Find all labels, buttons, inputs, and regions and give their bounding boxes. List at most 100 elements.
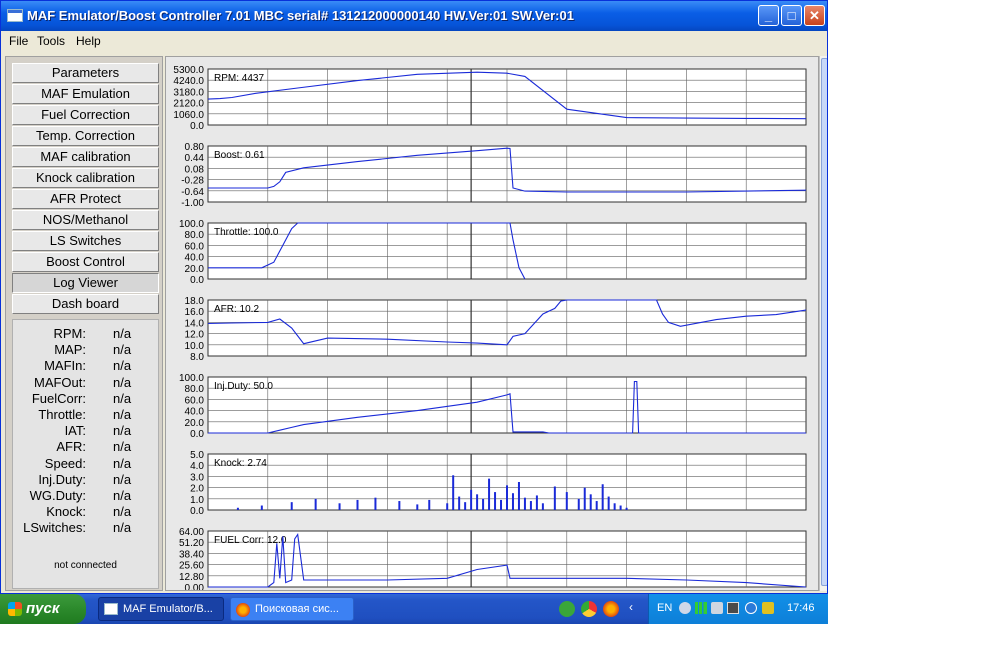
nav-button-dash-board[interactable]: Dash board bbox=[12, 294, 159, 314]
y-tick-label: 38.40 bbox=[179, 549, 204, 560]
navigation-panel: Parameters MAF Emulation Fuel Correction Te… bbox=[5, 56, 163, 591]
status-label: LSwitches: bbox=[23, 520, 86, 536]
y-tick-label: 14.0 bbox=[185, 318, 205, 329]
plot-value-label: RPM: 4437 bbox=[214, 73, 264, 84]
y-tick-label: 0.44 bbox=[185, 153, 205, 164]
y-tick-label: 10.0 bbox=[185, 341, 205, 352]
nav-button-maf-calibration[interactable]: MAF calibration bbox=[12, 147, 159, 167]
status-value: n/a bbox=[113, 342, 132, 358]
log-charts-svg[interactable]: 5300.04240.03180.02120.01060.00.0RPM: 44… bbox=[166, 57, 818, 590]
plot-value-label: Knock: 2.74 bbox=[214, 458, 267, 469]
firefox-icon[interactable] bbox=[603, 601, 619, 617]
y-tick-label: 0.0 bbox=[190, 506, 204, 517]
status-label: FuelCorr: bbox=[31, 390, 86, 406]
y-tick-label: -0.64 bbox=[181, 187, 204, 198]
y-tick-label: 5300.0 bbox=[173, 65, 204, 76]
security-icon[interactable] bbox=[762, 602, 774, 614]
y-tick-label: 40.0 bbox=[185, 407, 205, 418]
status-label: RPM: bbox=[53, 326, 87, 341]
nav-button-nos-methanol[interactable]: NOS/Methanol bbox=[12, 210, 159, 230]
plot-value-label: Boost: 0.61 bbox=[214, 150, 265, 161]
monitor-icon[interactable] bbox=[727, 602, 739, 614]
volume-icon[interactable] bbox=[711, 602, 723, 614]
status-value: n/a bbox=[113, 488, 132, 503]
ie-icon[interactable] bbox=[745, 602, 757, 614]
nav-button-temp-correction[interactable]: Temp. Correction bbox=[12, 126, 159, 146]
y-tick-label: 40.0 bbox=[185, 253, 205, 264]
nav-button-maf-emulation[interactable]: MAF Emulation bbox=[12, 84, 159, 104]
nav-button-knock-calibration[interactable]: Knock calibration bbox=[12, 168, 159, 188]
y-tick-label: 20.0 bbox=[185, 418, 205, 429]
plot-value-label: Inj.Duty: 50.0 bbox=[214, 381, 273, 392]
nav-button-afr-protect[interactable]: AFR Protect bbox=[12, 189, 159, 209]
maximize-button[interactable]: □ bbox=[781, 5, 802, 26]
taskbar: пуск MAF Emulator/B... Поисковая сис... … bbox=[0, 594, 828, 624]
taskbar-item-maf-emulator[interactable]: MAF Emulator/B... bbox=[98, 597, 224, 621]
nav-button-fuel-correction[interactable]: Fuel Correction bbox=[12, 105, 159, 125]
connection-status: not connected bbox=[54, 560, 117, 571]
y-tick-label: 3180.0 bbox=[173, 87, 204, 98]
y-tick-label: 1060.0 bbox=[173, 110, 204, 121]
log-viewer-charts[interactable]: 5300.0 4240.0 3180.0 2120.0 1060.0 0.0 RPM: 44… bbox=[165, 56, 819, 591]
status-label: Inj.Duty: bbox=[38, 471, 86, 487]
menu-tools[interactable]: Tools bbox=[37, 34, 65, 48]
status-label: IAT: bbox=[64, 423, 86, 439]
y-tick-label: 16.0 bbox=[185, 307, 205, 318]
status-label: Knock: bbox=[46, 504, 86, 520]
quick-launch: ‹ bbox=[555, 598, 645, 620]
status-value: n/a bbox=[113, 423, 132, 439]
scroll-thumb[interactable] bbox=[821, 58, 827, 586]
status-label: WG.Duty: bbox=[29, 488, 86, 503]
language-indicator[interactable]: EN bbox=[657, 602, 672, 614]
y-tick-label: 100.0 bbox=[179, 219, 204, 230]
status-label: Speed: bbox=[44, 455, 86, 471]
y-tick-label: 80.0 bbox=[185, 230, 205, 241]
nav-button-ls-switches[interactable]: LS Switches bbox=[12, 231, 159, 251]
app-window-icon bbox=[7, 9, 23, 22]
status-value: n/a bbox=[113, 374, 132, 390]
window-title: MAF Emulator/Boost Controller 7.01 MBC s… bbox=[27, 8, 574, 23]
chrome-icon[interactable] bbox=[581, 601, 597, 617]
status-panel: RPM: n/a MAP: n/a MAFIn: n/a MAFOut: n/a FuelCor… bbox=[12, 319, 159, 589]
back-icon[interactable] bbox=[679, 602, 691, 614]
y-tick-label: -0.28 bbox=[181, 176, 204, 187]
y-tick-label: 0.0 bbox=[190, 275, 204, 286]
nav-button-boost-control[interactable]: Boost Control bbox=[12, 252, 159, 272]
chevron-icon[interactable]: ‹ bbox=[629, 600, 633, 614]
y-tick-label: 4240.0 bbox=[173, 76, 204, 87]
y-tick-label: 64.00 bbox=[179, 527, 204, 538]
system-tray: EN 17:46 bbox=[648, 594, 828, 624]
y-tick-label: 0.00 bbox=[185, 583, 205, 590]
taskbar-item-label: Поисковая сис... bbox=[255, 603, 339, 615]
nav-button-log-viewer[interactable]: Log Viewer bbox=[12, 273, 159, 293]
status-label: Throttle: bbox=[38, 407, 86, 422]
start-button[interactable]: пуск bbox=[0, 594, 86, 624]
vertical-scrollbar[interactable] bbox=[819, 56, 827, 591]
status-value: n/a bbox=[113, 358, 132, 374]
clock: 17:46 bbox=[787, 602, 815, 614]
signal-icon[interactable] bbox=[695, 602, 707, 614]
menu-help[interactable]: Help bbox=[76, 34, 101, 48]
utorrent-icon[interactable] bbox=[559, 601, 575, 617]
y-tick-label: 0.0 bbox=[190, 121, 204, 132]
menu-bar: File Tools Help bbox=[1, 31, 827, 51]
y-tick-label: 2120.0 bbox=[173, 99, 204, 110]
y-tick-label: 20.0 bbox=[185, 264, 205, 275]
status-value: n/a bbox=[113, 390, 132, 406]
title-bar[interactable]: MAF Emulator/Boost Controller 7.01 MBC s… bbox=[1, 1, 827, 31]
y-tick-label: 80.0 bbox=[185, 384, 205, 395]
windows-logo-icon bbox=[8, 602, 22, 616]
taskbar-item-browser[interactable]: Поисковая сис... bbox=[230, 597, 354, 621]
status-label: AFR: bbox=[56, 439, 86, 455]
close-button[interactable]: ✕ bbox=[804, 5, 825, 26]
status-value: n/a bbox=[113, 326, 132, 341]
plot-value-label: FUEL Corr: 12.0 bbox=[214, 535, 287, 546]
nav-button-parameters[interactable]: Parameters bbox=[12, 63, 159, 83]
status-value: n/a bbox=[113, 455, 132, 471]
y-tick-label: 4.0 bbox=[190, 461, 204, 472]
menu-file[interactable]: File bbox=[9, 34, 28, 48]
minimize-button[interactable]: _ bbox=[758, 5, 779, 26]
y-tick-label: 1.0 bbox=[190, 495, 204, 506]
status-label: MAFOut: bbox=[33, 374, 86, 390]
app-window: MAF Emulator/Boost Controller 7.01 MBC s… bbox=[0, 0, 828, 594]
